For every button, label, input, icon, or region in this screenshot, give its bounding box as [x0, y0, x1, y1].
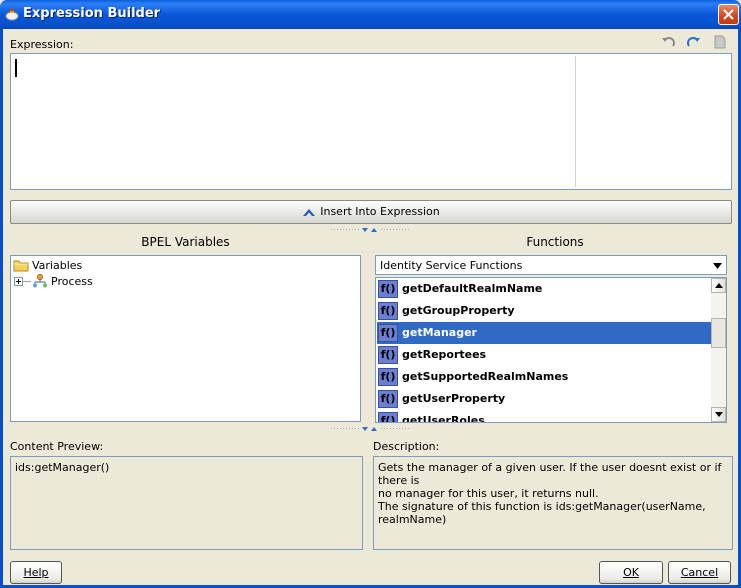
help-button-label: Help: [23, 566, 49, 579]
insert-button-label: Insert Into Expression: [320, 205, 440, 218]
list-item-getreportees[interactable]: f() getReportees: [377, 344, 711, 366]
expression-label: Expression:: [10, 38, 74, 51]
redo-icon[interactable]: [686, 35, 700, 49]
chevron-up-icon: [303, 209, 316, 216]
list-item-getsupportedrealmnames[interactable]: f() getSupportedRealmNames: [377, 366, 711, 388]
function-category-select[interactable]: Identity Service Functions: [375, 255, 727, 275]
list-item-getmanager[interactable]: f() getManager: [377, 322, 711, 344]
insert-into-expression-button[interactable]: Insert Into Expression: [10, 200, 732, 224]
functions-heading: Functions: [526, 235, 584, 249]
content-preview-box: ids:getManager(): [10, 456, 363, 550]
function-icon: f(): [378, 280, 398, 298]
bpel-variables-tree[interactable]: Variables Process: [10, 255, 361, 422]
cancel-button[interactable]: Cancel: [668, 561, 731, 584]
arrow-down-icon: [715, 412, 723, 417]
splitter-handle[interactable]: [331, 227, 411, 234]
tree-item-process[interactable]: Process: [51, 275, 93, 288]
description-box: Gets the manager of a given user. If the…: [373, 456, 733, 550]
function-icon: f(): [378, 302, 398, 320]
function-icon: f(): [378, 412, 398, 422]
content-preview-label: Content Preview:: [10, 440, 104, 453]
function-name: getUserRoles: [402, 414, 485, 423]
functions-scrollbar[interactable]: [711, 278, 726, 422]
clear-icon[interactable]: [713, 35, 727, 49]
close-icon: [723, 9, 734, 20]
arrow-up-icon: [715, 283, 723, 288]
ok-button-label: OK: [623, 566, 639, 579]
function-icon: f(): [378, 346, 398, 364]
app-icon: [5, 8, 19, 21]
description-line: no manager for this user, it returns nul…: [378, 487, 599, 500]
function-icon: f(): [378, 390, 398, 408]
process-icon: [33, 274, 47, 288]
description-text: Gets the manager of a given user. If the…: [378, 461, 732, 526]
cancel-button-label: Cancel: [680, 566, 719, 579]
list-item-getuserroles[interactable]: f() getUserRoles: [377, 410, 711, 423]
functions-list[interactable]: f() getDefaultRealmName f() getGroupProp…: [375, 277, 727, 423]
window-title: Expression Builder: [23, 6, 161, 21]
list-item-getgroupproperty[interactable]: f() getGroupProperty: [377, 300, 711, 322]
undo-icon[interactable]: [662, 35, 676, 49]
function-name: getReportees: [402, 348, 487, 361]
chevron-down-icon: [713, 263, 722, 269]
description-label: Description:: [373, 440, 440, 453]
close-button[interactable]: [718, 4, 739, 25]
function-category-value: Identity Service Functions: [380, 259, 523, 272]
description-line: Gets the manager of a given user. If the…: [378, 461, 722, 487]
splitter-handle[interactable]: [331, 426, 411, 433]
function-name: getUserProperty: [402, 392, 506, 405]
title-bar: Expression Builder: [0, 0, 741, 29]
scroll-up-button[interactable]: [711, 278, 726, 293]
bpel-variables-heading: BPEL Variables: [141, 235, 230, 249]
list-item-getdefaultrealmname[interactable]: f() getDefaultRealmName: [377, 278, 711, 300]
scroll-thumb[interactable]: [711, 318, 726, 348]
tree-item-variables[interactable]: Variables: [32, 259, 82, 272]
text-caret: [15, 59, 17, 77]
function-name: getSupportedRealmNames: [402, 370, 569, 383]
editor-divider: [575, 56, 576, 187]
folder-icon: [13, 260, 29, 272]
scroll-down-button[interactable]: [711, 407, 726, 422]
ok-button[interactable]: OK: [599, 561, 663, 584]
function-icon: f(): [378, 324, 398, 342]
function-name: getDefaultRealmName: [402, 282, 543, 295]
expression-editor[interactable]: [10, 53, 732, 190]
expand-icon[interactable]: [14, 277, 23, 286]
list-item-getuserproperty[interactable]: f() getUserProperty: [377, 388, 711, 410]
function-name: getGroupProperty: [402, 304, 515, 317]
help-button[interactable]: Help: [10, 561, 62, 584]
function-name: getManager: [402, 326, 477, 339]
description-line: The signature of this function is ids:ge…: [378, 500, 706, 526]
tree-connector: [23, 281, 31, 282]
function-icon: f(): [378, 368, 398, 386]
content-preview-text: ids:getManager(): [15, 461, 110, 474]
